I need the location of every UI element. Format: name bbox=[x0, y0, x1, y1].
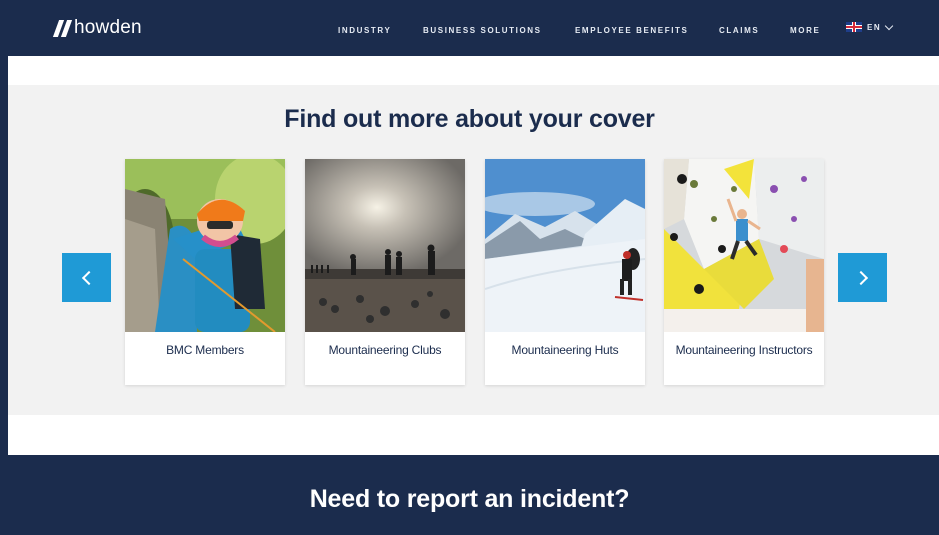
card-label: Mountaineering Huts bbox=[511, 343, 619, 357]
spacer-top bbox=[8, 56, 939, 85]
chevron-left-icon bbox=[81, 270, 96, 285]
language-selector[interactable]: EN bbox=[846, 21, 894, 32]
card-mountaineering-instructors[interactable]: Mountaineering Instructors bbox=[664, 159, 824, 385]
uk-flag-icon bbox=[846, 22, 862, 32]
section-title: Find out more about your cover bbox=[284, 105, 655, 133]
site-header: howden INDUSTRY BUSINESS SOLUTIONS EMPLO… bbox=[0, 0, 939, 56]
chevron-down-icon bbox=[884, 21, 894, 30]
card-label: BMC Members bbox=[166, 343, 244, 357]
card-label: Mountaineering Clubs bbox=[328, 343, 442, 357]
hikers-silhouette-photo bbox=[305, 159, 465, 332]
incident-title: Need to report an incident? bbox=[309, 485, 630, 513]
carousel-next-button[interactable] bbox=[838, 253, 887, 302]
card-mountaineering-clubs[interactable]: Mountaineering Clubs bbox=[305, 159, 465, 385]
climbing-wall-photo bbox=[664, 159, 824, 332]
card-mountaineering-huts[interactable]: Mountaineering Huts bbox=[485, 159, 645, 385]
snow-mountain-photo bbox=[485, 159, 645, 332]
chevron-right-icon bbox=[853, 270, 868, 285]
nav-industry[interactable]: INDUSTRY bbox=[338, 26, 391, 35]
card-label: Mountaineering Instructors bbox=[675, 343, 813, 357]
carousel-prev-button[interactable] bbox=[62, 253, 111, 302]
spacer-bottom bbox=[8, 415, 939, 455]
nav-more[interactable]: MORE bbox=[790, 26, 820, 35]
nav-claims[interactable]: CLAIMS bbox=[719, 26, 759, 35]
nav-employee-benefits[interactable]: EMPLOYEE BENEFITS bbox=[575, 26, 688, 35]
climber-photo bbox=[125, 159, 285, 332]
nav-business-solutions[interactable]: BUSINESS SOLUTIONS bbox=[423, 26, 542, 35]
card-bmc-members[interactable]: BMC Members bbox=[125, 159, 285, 385]
language-label: EN bbox=[867, 22, 882, 32]
main-nav: INDUSTRY BUSINESS SOLUTIONS EMPLOYEE BEN… bbox=[0, 0, 939, 56]
